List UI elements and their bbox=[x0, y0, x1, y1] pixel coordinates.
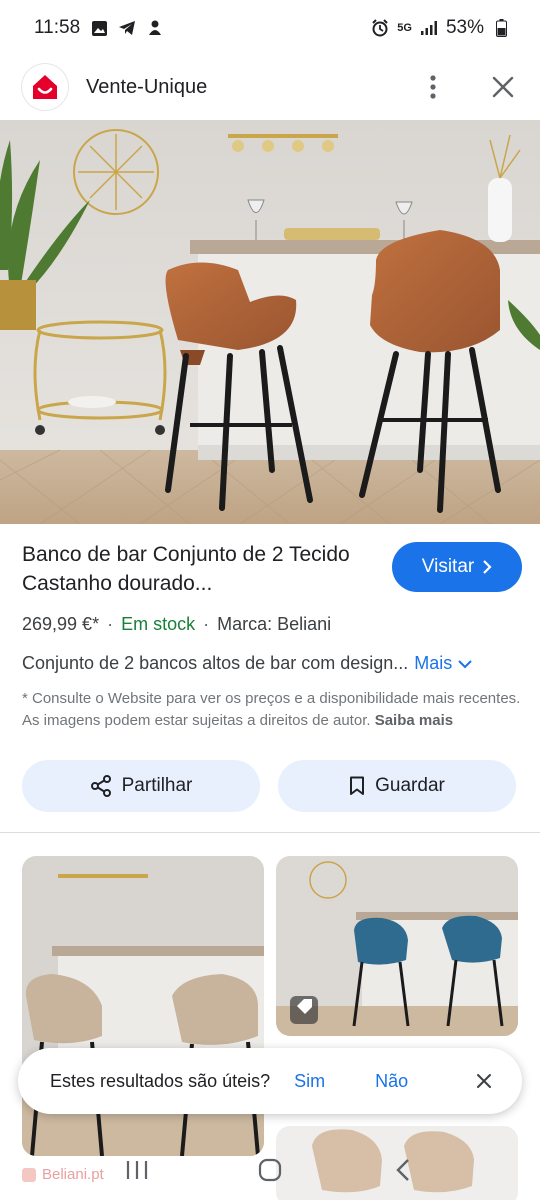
battery-icon bbox=[492, 19, 510, 37]
gallery-icon bbox=[90, 19, 108, 37]
stock-status: Em stock bbox=[121, 614, 196, 634]
result-header: Vente-Unique bbox=[0, 56, 540, 118]
more-options-icon[interactable] bbox=[418, 72, 448, 102]
separator-dot: · bbox=[107, 614, 114, 634]
learn-more-link[interactable]: Saiba mais bbox=[375, 712, 453, 729]
disclaimer: * Consulte o Website para ver os preços … bbox=[22, 688, 522, 732]
divider bbox=[0, 832, 540, 833]
close-icon[interactable] bbox=[476, 1073, 492, 1089]
product-brand: Marca: Beliani bbox=[217, 614, 332, 634]
site-logo[interactable] bbox=[22, 64, 68, 110]
product-price: 269,99 €* bbox=[22, 614, 100, 634]
separator-dot: · bbox=[203, 614, 210, 634]
action-buttons: Partilhar Guardar bbox=[22, 760, 516, 812]
save-label: Guardar bbox=[375, 775, 445, 796]
product-details: Banco de bar Conjunto de 2 Tecido Castan… bbox=[22, 540, 522, 732]
visit-button[interactable]: Visitar bbox=[392, 542, 522, 592]
status-bar: 11:58 5G 53% bbox=[0, 0, 540, 56]
product-title[interactable]: Banco de bar Conjunto de 2 Tecido Castan… bbox=[22, 540, 362, 598]
bookmark-icon bbox=[350, 776, 365, 795]
signal-icon bbox=[420, 19, 438, 37]
recent-apps-icon bbox=[126, 1161, 147, 1179]
telegram-icon bbox=[118, 19, 136, 37]
system-navigation-bar bbox=[0, 1140, 540, 1200]
alarm-icon bbox=[371, 19, 389, 37]
save-button[interactable]: Guardar bbox=[278, 760, 516, 812]
site-name[interactable]: Vente-Unique bbox=[86, 76, 207, 99]
back-button[interactable] bbox=[383, 1150, 423, 1190]
visit-button-label: Visitar bbox=[421, 556, 475, 577]
house-logo-icon bbox=[33, 75, 57, 99]
chevron-down-icon bbox=[458, 659, 472, 668]
close-icon[interactable] bbox=[488, 72, 518, 102]
recent-apps-button[interactable] bbox=[117, 1150, 157, 1190]
notification-icon bbox=[146, 19, 164, 37]
related-image[interactable] bbox=[276, 856, 518, 1036]
share-button[interactable]: Partilhar bbox=[22, 760, 260, 812]
share-label: Partilhar bbox=[121, 775, 193, 796]
feedback-question: Estes resultados são úteis? bbox=[50, 1070, 271, 1091]
product-description: Conjunto de 2 bancos altos de bar com de… bbox=[22, 653, 409, 673]
more-link[interactable]: Mais bbox=[414, 653, 472, 674]
battery-level: 53% bbox=[445, 17, 484, 38]
share-icon bbox=[90, 775, 111, 797]
feedback-yes-button[interactable]: Sim bbox=[294, 1071, 325, 1092]
more-label: Mais bbox=[414, 653, 453, 673]
home-button[interactable] bbox=[250, 1150, 290, 1190]
back-icon bbox=[396, 1159, 410, 1181]
feedback-snackbar: Estes resultados são úteis? Sim Não bbox=[18, 1048, 522, 1114]
status-time: 11:58 bbox=[34, 17, 81, 38]
product-image[interactable] bbox=[0, 120, 540, 524]
home-icon bbox=[258, 1158, 282, 1182]
network-type: 5G bbox=[397, 22, 412, 34]
feedback-no-button[interactable]: Não bbox=[375, 1071, 408, 1092]
chevron-right-icon bbox=[483, 560, 492, 574]
